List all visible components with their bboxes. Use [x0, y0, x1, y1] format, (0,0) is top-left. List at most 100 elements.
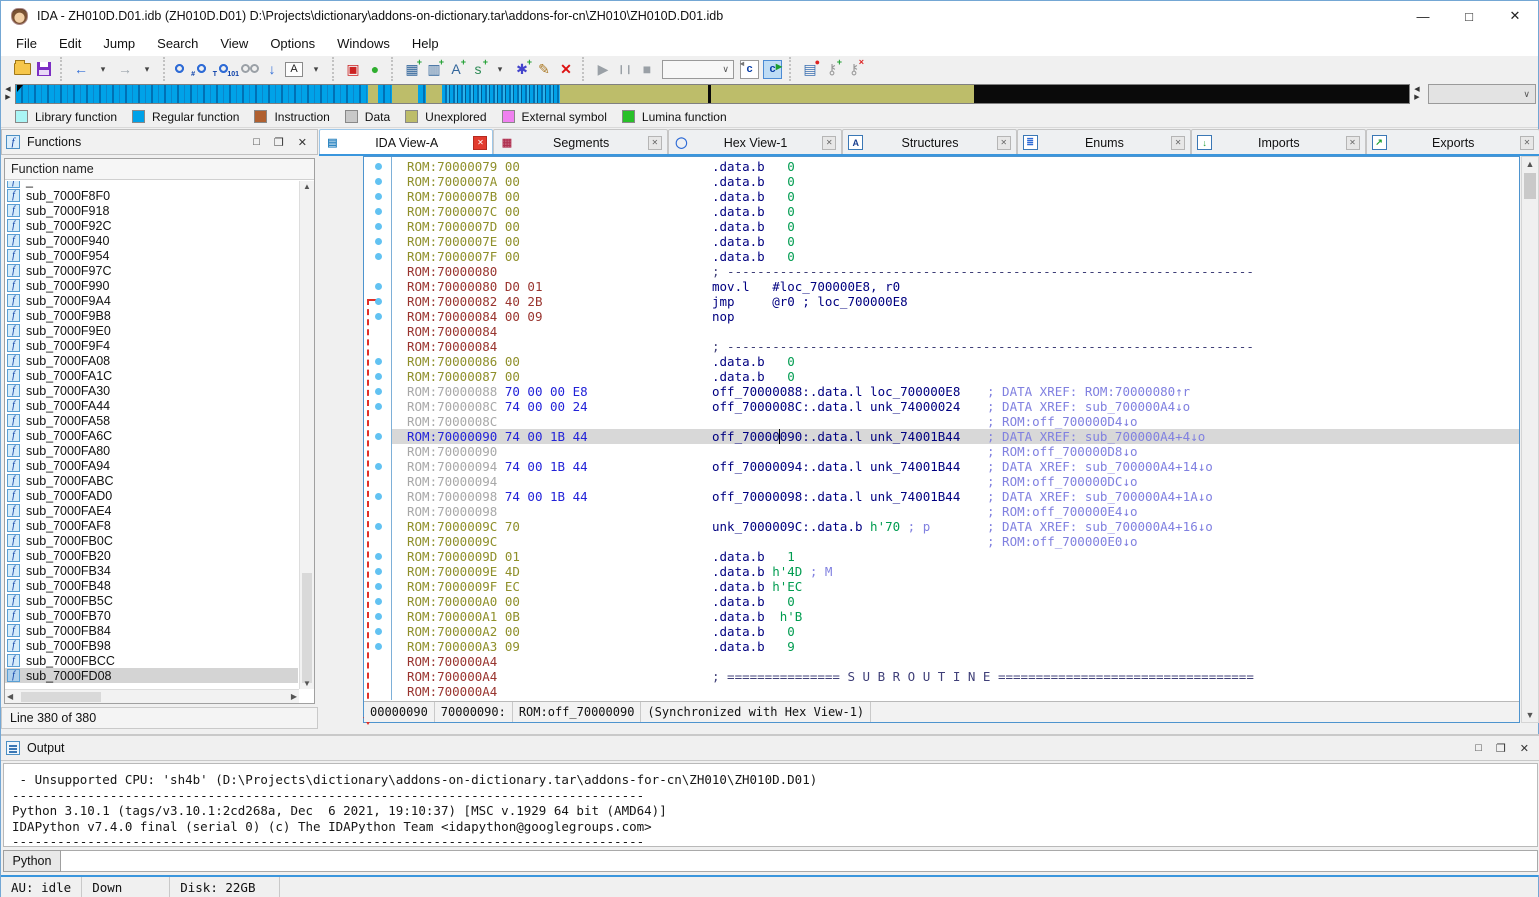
breakpoints-icon[interactable]: ▤●: [800, 58, 820, 80]
forward-caret-icon[interactable]: ▾: [137, 58, 157, 80]
function-list-item[interactable]: fsub_7000FAE4: [5, 503, 298, 518]
listing-line[interactable]: ROM:70000080 D0 01mov.l #loc_700000E8, r…: [392, 279, 1519, 294]
search-again-icon[interactable]: [240, 58, 260, 80]
function-list-item[interactable]: fsub_7000FB70: [5, 608, 298, 623]
make-string-icon[interactable]: s+: [468, 58, 488, 80]
function-list-item[interactable]: fsub_7000FB48: [5, 578, 298, 593]
function-list-item[interactable]: fsub_7000FD08: [5, 668, 298, 683]
step-c-icon[interactable]: c◂: [739, 58, 760, 80]
search-immediate-icon[interactable]: 101: [218, 58, 238, 80]
python-prompt-button[interactable]: Python: [3, 850, 61, 872]
forward-icon[interactable]: →: [115, 58, 135, 80]
python-console-input[interactable]: [61, 850, 1538, 872]
minimize-button[interactable]: —: [1400, 1, 1446, 31]
search-text-icon[interactable]: T: [196, 58, 216, 80]
listing-line[interactable]: ROM:7000007C 00.data.b 0: [392, 204, 1519, 219]
function-list-item[interactable]: fsub_7000FB0C: [5, 533, 298, 548]
function-list-item[interactable]: fsub_7000F8F0: [5, 188, 298, 203]
listing-line[interactable]: ROM:70000087 00.data.b 0: [392, 369, 1519, 384]
function-list-item[interactable]: fsub_7000FA30: [5, 383, 298, 398]
listing-line[interactable]: ROM:70000098 74 00 1B 44off_70000098:.da…: [392, 489, 1519, 504]
problems-icon[interactable]: ▣: [343, 58, 363, 80]
function-list-item[interactable]: fsub_7000FABC: [5, 473, 298, 488]
functions-horizontal-scrollbar[interactable]: ◀ ▶: [5, 689, 299, 703]
menu-options[interactable]: Options: [259, 33, 326, 54]
function-list-item[interactable]: fsub_7000FB84: [5, 623, 298, 638]
tab-close-icon[interactable]: ✕: [473, 136, 487, 150]
listing-line[interactable]: ROM:7000007F 00.data.b 0: [392, 249, 1519, 264]
function-list-item[interactable]: fsub_7000FA80: [5, 443, 298, 458]
debug-pause-icon[interactable]: ❙❙: [615, 58, 635, 80]
tab-close-icon[interactable]: ✕: [822, 136, 836, 150]
scroll-up-icon[interactable]: ▲: [300, 182, 314, 191]
search-binary-icon[interactable]: #: [174, 58, 194, 80]
listing-line[interactable]: ROM:700000A2 00.data.b 0: [392, 624, 1519, 639]
delete-key-icon[interactable]: ⚷×: [844, 58, 864, 80]
close-button[interactable]: ✕: [1520, 742, 1529, 755]
scrollbar-thumb[interactable]: [302, 573, 312, 683]
band-scroll-right[interactable]: ◀▶: [1410, 86, 1424, 102]
jump-address-icon[interactable]: ↓: [262, 58, 282, 80]
menu-view[interactable]: View: [209, 33, 259, 54]
listing-line[interactable]: ROM:70000098; ROM:off_700000E4↓o: [392, 504, 1519, 519]
lumina-icon[interactable]: ●: [365, 58, 385, 80]
function-list-item[interactable]: fsub_7000F97C: [5, 263, 298, 278]
debugger-select[interactable]: ∨: [659, 58, 737, 80]
listing-line[interactable]: ROM:70000094 74 00 1B 44off_70000094:.da…: [392, 459, 1519, 474]
functions-vertical-scrollbar[interactable]: ▲ ▼: [299, 181, 314, 689]
listing-line[interactable]: ROM:700000A1 0B.data.b h'B: [392, 609, 1519, 624]
function-list-item[interactable]: fsub_7000FB98: [5, 638, 298, 653]
navigation-band[interactable]: [15, 84, 1410, 104]
menu-jump[interactable]: Jump: [92, 33, 146, 54]
ascii-strings-icon[interactable]: A: [284, 58, 304, 80]
listing-line[interactable]: ROM:7000009E 4D.data.b h'4D ; M: [392, 564, 1519, 579]
listing-line[interactable]: ROM:7000009F EC.data.b h'EC: [392, 579, 1519, 594]
scroll-up-icon[interactable]: ▲: [1522, 159, 1538, 169]
menu-file[interactable]: File: [5, 33, 48, 54]
disassembly-listing[interactable]: ROM:70000079 00.data.b 0ROM:7000007A 00.…: [392, 159, 1519, 702]
listing-line[interactable]: ROM:70000084; --------------------------…: [392, 339, 1519, 354]
functions-column-header[interactable]: Function name: [5, 159, 314, 180]
output-log[interactable]: - Unsupported CPU: 'sh4b' (D:\Projects\d…: [3, 763, 1538, 847]
function-list-item[interactable]: fsub_7000F9E0: [5, 323, 298, 338]
maximize-button[interactable]: □: [1475, 742, 1482, 755]
function-list-item[interactable]: fsub_7000F9F4: [5, 338, 298, 353]
listing-line[interactable]: ROM:7000007E 00.data.b 0: [392, 234, 1519, 249]
listing-line[interactable]: ROM:70000080; --------------------------…: [392, 264, 1519, 279]
listing-line[interactable]: ROM:70000094; ROM:off_700000DC↓o: [392, 474, 1519, 489]
function-list-item[interactable]: fsub_7000FA08: [5, 353, 298, 368]
make-ascii-icon[interactable]: A+: [446, 58, 466, 80]
listing-line[interactable]: ROM:70000079 00.data.b 0: [392, 159, 1519, 174]
function-list-item[interactable]: fsub_7000FA1C: [5, 368, 298, 383]
save-icon[interactable]: [34, 58, 54, 80]
tab-ida-view-a[interactable]: ▤IDA View-A✕: [319, 129, 493, 155]
function-list-item[interactable]: f_: [5, 181, 298, 188]
function-list-item[interactable]: fsub_7000FB20: [5, 548, 298, 563]
band-zoom-dropdown[interactable]: ∨: [1428, 84, 1536, 104]
make-code-icon[interactable]: ▦+: [402, 58, 422, 80]
function-list-item[interactable]: fsub_7000FB34: [5, 563, 298, 578]
menu-search[interactable]: Search: [146, 33, 209, 54]
make-data-icon[interactable]: ▥+: [424, 58, 444, 80]
function-list-item[interactable]: fsub_7000F9A4: [5, 293, 298, 308]
maximize-button[interactable]: □: [1446, 1, 1492, 31]
listing-line[interactable]: ROM:7000009C 70unk_7000009C:.data.b h'70…: [392, 519, 1519, 534]
function-list-item[interactable]: fsub_7000FA44: [5, 398, 298, 413]
menu-edit[interactable]: Edit: [48, 33, 92, 54]
band-scroll-left[interactable]: ◀▶: [1, 86, 15, 102]
listing-line[interactable]: ROM:700000A0 00.data.b 0: [392, 594, 1519, 609]
function-list-item[interactable]: fsub_7000FAD0: [5, 488, 298, 503]
float-button[interactable]: ❐: [1496, 742, 1506, 755]
menu-windows[interactable]: Windows: [326, 33, 401, 54]
listing-line[interactable]: ROM:700000A4: [392, 654, 1519, 669]
listing-line[interactable]: ROM:7000009C; ROM:off_700000E0↓o: [392, 534, 1519, 549]
function-list-item[interactable]: fsub_7000F9B8: [5, 308, 298, 323]
tab-close-icon[interactable]: ✕: [1520, 136, 1534, 150]
edit-icon[interactable]: ✎: [534, 58, 554, 80]
tab-close-icon[interactable]: ✕: [997, 136, 1011, 150]
listing-line[interactable]: ROM:700000A3 09.data.b 9: [392, 639, 1519, 654]
float-button[interactable]: ❐: [274, 136, 284, 149]
tab-close-icon[interactable]: ✕: [648, 136, 662, 150]
tab-close-icon[interactable]: ✕: [1171, 136, 1185, 150]
tab-imports[interactable]: ↓Imports✕: [1191, 129, 1365, 155]
